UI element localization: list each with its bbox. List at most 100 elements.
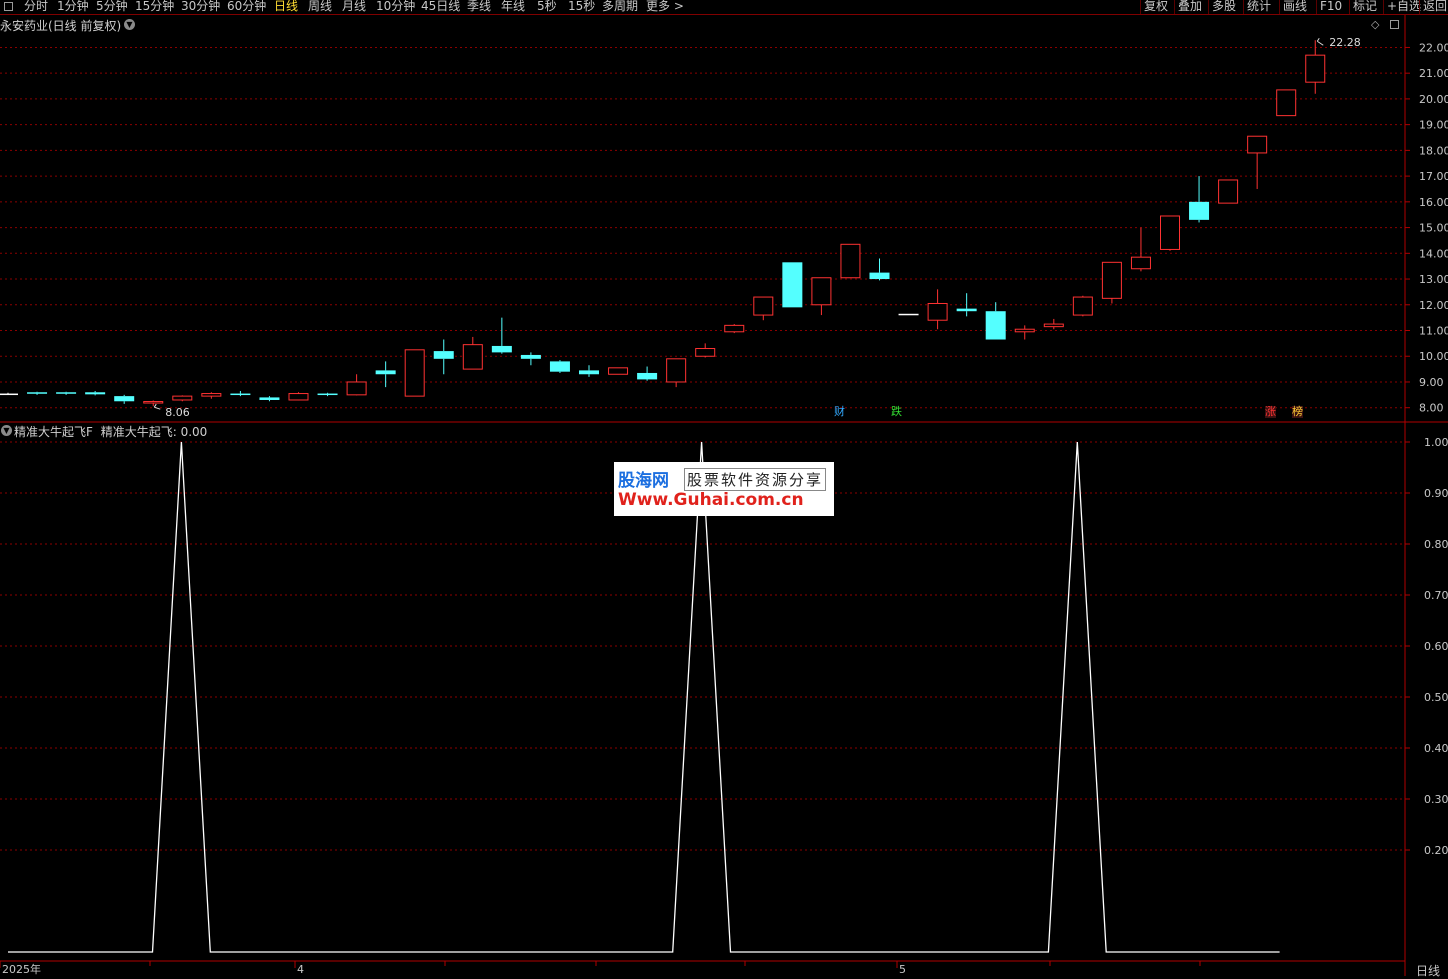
candle-body: [462, 344, 483, 370]
indicator-line-series: [8, 441, 1280, 953]
y-tick-label: 20.00: [1419, 93, 1448, 106]
candle: [1218, 179, 1239, 204]
candle: [549, 360, 570, 373]
y-tick-label: 8.00: [1419, 402, 1444, 415]
candle-body: [491, 345, 512, 353]
event-marker[interactable]: 财: [834, 406, 845, 418]
candle-body: [1189, 201, 1210, 220]
y-tick-label: 16.00: [1419, 196, 1448, 209]
candle: [811, 277, 832, 316]
candle: [346, 374, 367, 396]
candle-body: [433, 351, 454, 359]
candle: [1014, 325, 1035, 340]
watermark-logo: 股海网 股票软件资源分享 Www.Guhai.com.cn: [614, 462, 834, 516]
candle: [317, 392, 338, 397]
y-tick-label: 0.30: [1424, 793, 1448, 806]
current-period-tag: 日线: [1416, 964, 1441, 978]
high-price-label: 22.28: [1329, 36, 1361, 49]
y-tick-label: 0.80: [1424, 538, 1448, 551]
candle-body: [985, 311, 1006, 340]
candle: [1043, 318, 1064, 330]
candle-body: [1101, 261, 1122, 299]
candle: [433, 339, 454, 375]
low-arrow-icon: [153, 403, 161, 410]
candle-body: [85, 392, 106, 395]
candle: [462, 336, 483, 370]
candle: [1130, 227, 1151, 272]
y-tick-label: 10.00: [1419, 350, 1448, 363]
candle: [230, 390, 251, 397]
candle-body: [346, 381, 367, 396]
y-tick-label: 22.00: [1419, 41, 1448, 54]
y-tick-label: 18.00: [1419, 144, 1448, 157]
candle-body: [114, 396, 135, 402]
candle: [753, 296, 774, 321]
y-tick-label: 0.20: [1424, 844, 1448, 857]
event-marker[interactable]: 榜: [1292, 406, 1303, 418]
candle: [201, 392, 222, 399]
candle-body: [1276, 89, 1297, 117]
candle: [1247, 135, 1268, 189]
candle-body: [840, 243, 861, 279]
candle-body: [27, 392, 48, 394]
candle: [143, 400, 164, 407]
y-tick-label: 0.50: [1424, 691, 1448, 704]
candle-body: [1305, 54, 1326, 83]
watermark-url: Www.Guhai.com.cn: [618, 490, 804, 510]
candle-body: [724, 324, 745, 333]
y-tick-label: 0.70: [1424, 589, 1448, 602]
event-marker[interactable]: 跌: [891, 406, 902, 418]
y-tick-label: 19.00: [1419, 119, 1448, 132]
candle-body: [172, 395, 193, 401]
candle-body: [869, 272, 890, 280]
candle-body: [898, 313, 919, 316]
candle: [637, 366, 658, 381]
candle-body: [1072, 296, 1093, 316]
candle: [375, 361, 396, 388]
event-marker[interactable]: 涨: [1265, 406, 1276, 418]
y-tick-label: 0.90: [1424, 487, 1448, 500]
candle: [695, 343, 716, 358]
candle: [520, 352, 541, 366]
x-axis: 2025年 4 5: [0, 961, 1201, 976]
candle-body: [637, 372, 658, 380]
y-tick-label: 12.00: [1419, 299, 1448, 312]
candle: [1276, 89, 1297, 117]
candle: [782, 262, 803, 308]
candle: [608, 367, 629, 375]
candle-body: [259, 397, 280, 400]
candle: [869, 258, 890, 281]
candle: [1305, 40, 1326, 94]
candle-body: [317, 393, 338, 396]
candle: [956, 293, 977, 317]
candle: [985, 302, 1006, 340]
candle-body: [956, 308, 977, 312]
candle: [172, 395, 193, 402]
candle-body: [1043, 323, 1064, 328]
main-y-axis: 22.00 21.00 20.00 19.00 18.00 17.00 16.00 15.00…: [1405, 41, 1448, 415]
candle: [1160, 215, 1180, 251]
y-tick-label: 15.00: [1419, 222, 1448, 235]
y-tick-label: 14.00: [1419, 247, 1448, 260]
candle: [0, 392, 18, 396]
candle-body: [1014, 328, 1035, 333]
y-tick-label: 1.00: [1424, 436, 1448, 449]
y-tick-label: 9.00: [1419, 376, 1444, 389]
candle: [579, 365, 599, 377]
candle-body: [666, 358, 687, 383]
candle: [1072, 295, 1093, 317]
y-tick-label: 0.60: [1424, 640, 1448, 653]
candle: [114, 394, 135, 404]
y-tick-label: 17.00: [1419, 170, 1448, 183]
x-tick-label: 5: [899, 963, 906, 976]
candle: [85, 390, 106, 396]
candlestick-series: [0, 40, 1326, 407]
candle-body: [230, 393, 251, 396]
candle-body: [753, 296, 774, 316]
candle: [1101, 261, 1122, 304]
candle: [724, 324, 745, 334]
indicator-line: [8, 441, 1280, 953]
candle-body: [1218, 179, 1239, 204]
y-tick-label: 11.00: [1419, 325, 1448, 338]
candle: [840, 243, 861, 279]
